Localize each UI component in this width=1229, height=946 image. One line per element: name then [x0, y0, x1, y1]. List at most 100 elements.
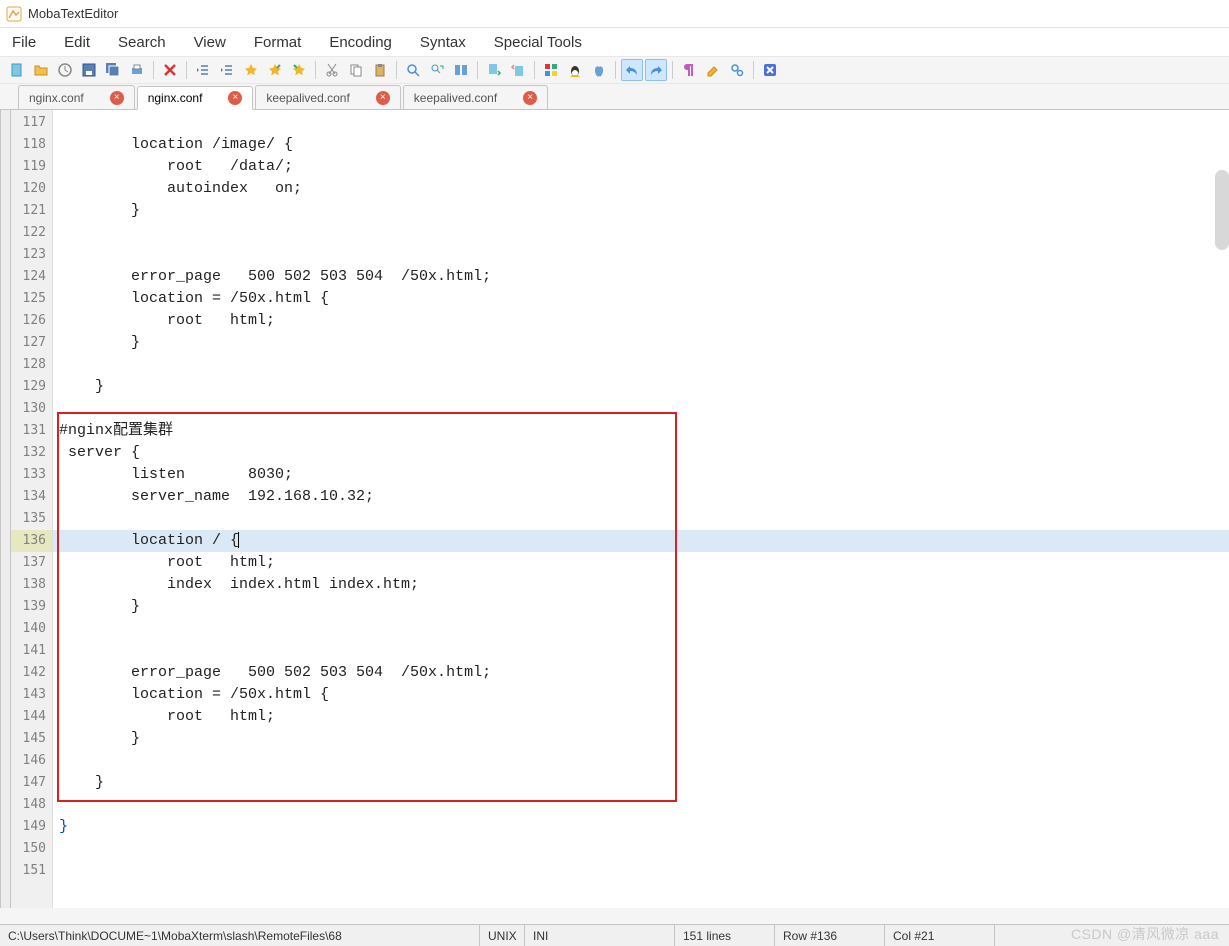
code-line[interactable]: [53, 222, 1229, 244]
code-area[interactable]: location /image/ { root /data/; autoinde…: [53, 110, 1229, 908]
code-line[interactable]: [53, 112, 1229, 134]
line-number: 127: [11, 332, 52, 354]
menu-search[interactable]: Search: [118, 34, 166, 51]
close-icon[interactable]: [159, 59, 181, 81]
apple-icon[interactable]: [588, 59, 610, 81]
code-line[interactable]: root html;: [53, 706, 1229, 728]
text-caret: [238, 532, 239, 548]
new-file-icon[interactable]: [6, 59, 28, 81]
scrollbar-thumb[interactable]: [1215, 170, 1229, 250]
undo-icon[interactable]: [621, 59, 643, 81]
code-line[interactable]: autoindex on;: [53, 178, 1229, 200]
tab-label: keepalived.conf: [266, 91, 349, 105]
line-number: 135: [11, 508, 52, 530]
code-line[interactable]: [53, 750, 1229, 772]
bookmark-add-icon[interactable]: [240, 59, 262, 81]
tab-keepalived-conf-2[interactable]: keepalived.conf ×: [403, 85, 548, 109]
code-line[interactable]: }: [53, 332, 1229, 354]
status-lines: 151 lines: [675, 925, 775, 946]
replace-icon[interactable]: [426, 59, 448, 81]
code-line[interactable]: error_page 500 502 503 504 /50x.html;: [53, 266, 1229, 288]
tab-label: nginx.conf: [29, 91, 84, 105]
outdent-icon[interactable]: [192, 59, 214, 81]
menu-edit[interactable]: Edit: [64, 34, 90, 51]
indent-icon[interactable]: [216, 59, 238, 81]
code-line[interactable]: }: [53, 596, 1229, 618]
code-line[interactable]: }: [53, 200, 1229, 222]
code-line[interactable]: listen 8030;: [53, 464, 1229, 486]
code-line[interactable]: error_page 500 502 503 504 /50x.html;: [53, 662, 1229, 684]
bookmark-next-icon[interactable]: [288, 59, 310, 81]
code-line[interactable]: [53, 838, 1229, 860]
cut-icon[interactable]: [321, 59, 343, 81]
code-line[interactable]: root /data/;: [53, 156, 1229, 178]
code-line[interactable]: server_name 192.168.10.32;: [53, 486, 1229, 508]
line-number: 139: [11, 596, 52, 618]
tab-close-icon[interactable]: ×: [523, 91, 537, 105]
toolbar-sep: [477, 61, 478, 79]
statusbar: C:\Users\Think\DOCUME~1\MobaXterm\slash\…: [0, 924, 1229, 946]
code-line[interactable]: server {: [53, 442, 1229, 464]
status-language: INI: [525, 925, 675, 946]
tab-keepalived-conf-1[interactable]: keepalived.conf ×: [255, 85, 400, 109]
code-line[interactable]: location /image/ {: [53, 134, 1229, 156]
save-all-icon[interactable]: [102, 59, 124, 81]
code-line[interactable]: [53, 244, 1229, 266]
code-line[interactable]: [53, 618, 1229, 640]
sync-down-icon[interactable]: [483, 59, 505, 81]
code-line[interactable]: }: [53, 728, 1229, 750]
code-line[interactable]: index index.html index.htm;: [53, 574, 1229, 596]
pilcrow-icon[interactable]: [678, 59, 700, 81]
menu-special-tools[interactable]: Special Tools: [494, 34, 582, 51]
code-line[interactable]: location = /50x.html {: [53, 288, 1229, 310]
line-number: 128: [11, 354, 52, 376]
code-line[interactable]: [53, 794, 1229, 816]
menu-view[interactable]: View: [194, 34, 226, 51]
settings-gears-icon[interactable]: [726, 59, 748, 81]
line-number: 147: [11, 772, 52, 794]
highlight-icon[interactable]: [702, 59, 724, 81]
open-folder-icon[interactable]: [30, 59, 52, 81]
line-number: 136: [11, 530, 52, 552]
paste-icon[interactable]: [369, 59, 391, 81]
code-line[interactable]: location / {: [53, 530, 1229, 552]
find-icon[interactable]: [402, 59, 424, 81]
bookmark-prev-icon[interactable]: [264, 59, 286, 81]
print-icon[interactable]: [126, 59, 148, 81]
code-line[interactable]: root html;: [53, 552, 1229, 574]
code-line[interactable]: }: [53, 816, 1229, 838]
menu-syntax[interactable]: Syntax: [420, 34, 466, 51]
copy-icon[interactable]: [345, 59, 367, 81]
code-line[interactable]: }: [53, 376, 1229, 398]
code-line[interactable]: location = /50x.html {: [53, 684, 1229, 706]
code-line[interactable]: [53, 508, 1229, 530]
editor[interactable]: 1171181191201211221231241251261271281291…: [0, 110, 1229, 908]
line-number: 129: [11, 376, 52, 398]
columns-icon[interactable]: [450, 59, 472, 81]
save-icon[interactable]: [78, 59, 100, 81]
menu-encoding[interactable]: Encoding: [329, 34, 392, 51]
exit-icon[interactable]: [759, 59, 781, 81]
sync-up-icon[interactable]: [507, 59, 529, 81]
code-line[interactable]: [53, 398, 1229, 420]
tab-nginx-conf-2[interactable]: nginx.conf ×: [137, 86, 254, 110]
recent-icon[interactable]: [54, 59, 76, 81]
windows-icon[interactable]: [540, 59, 562, 81]
code-line[interactable]: #nginx配置集群: [53, 420, 1229, 442]
code-line[interactable]: [53, 860, 1229, 882]
menu-file[interactable]: File: [12, 34, 36, 51]
menu-format[interactable]: Format: [254, 34, 302, 51]
watermark: CSDN @清风微凉 aaa: [1071, 924, 1219, 944]
redo-icon[interactable]: [645, 59, 667, 81]
code-line[interactable]: }: [53, 772, 1229, 794]
line-number: 126: [11, 310, 52, 332]
linux-icon[interactable]: [564, 59, 586, 81]
tab-close-icon[interactable]: ×: [228, 91, 242, 105]
code-line[interactable]: [53, 354, 1229, 376]
code-line[interactable]: [53, 640, 1229, 662]
tab-close-icon[interactable]: ×: [110, 91, 124, 105]
code-line[interactable]: root html;: [53, 310, 1229, 332]
tab-nginx-conf-1[interactable]: nginx.conf ×: [18, 85, 135, 109]
tab-close-icon[interactable]: ×: [376, 91, 390, 105]
line-number: 138: [11, 574, 52, 596]
